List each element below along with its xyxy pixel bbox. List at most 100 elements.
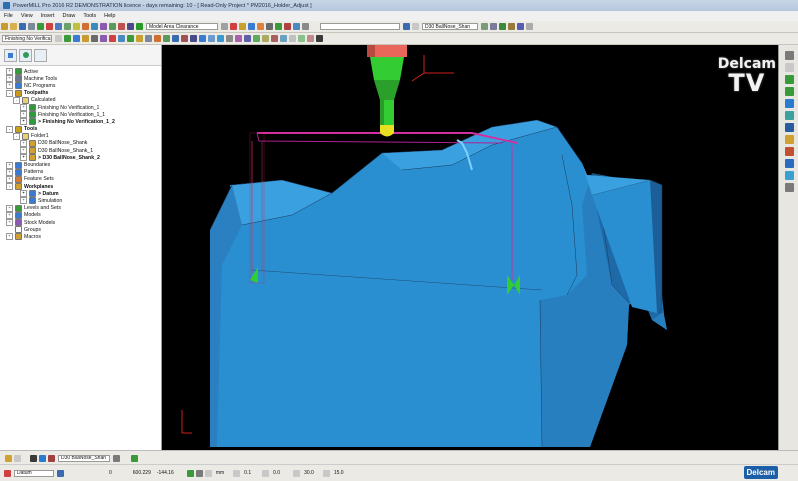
tree-item[interactable]: Groups (0, 226, 161, 234)
tree-item[interactable]: + D30 BallNose_Shank_1 (0, 147, 161, 155)
sim-tool-combo[interactable]: D30 BallNose_Shan (422, 23, 478, 30)
view-iso-icon[interactable] (190, 35, 197, 42)
toolpath-calculate-icon[interactable] (73, 35, 80, 42)
feeds-speeds-icon[interactable] (55, 23, 62, 30)
expand-icon[interactable]: + (6, 204, 13, 212)
tool-icon[interactable] (91, 23, 98, 30)
tree-item[interactable]: + Stock Models (0, 219, 161, 227)
toolpath-delete-icon[interactable] (181, 35, 188, 42)
expand-icon[interactable]: + (6, 168, 13, 176)
angle1-icon[interactable] (293, 469, 301, 477)
expand-icon[interactable]: - (6, 183, 13, 191)
expand-icon[interactable]: + (20, 147, 27, 155)
workplane-status-icon[interactable] (4, 469, 11, 477)
view-back-icon[interactable] (784, 123, 794, 132)
thickness-icon[interactable] (262, 469, 270, 477)
view-iso1-icon[interactable] (784, 75, 794, 84)
view-side-icon[interactable] (784, 99, 794, 108)
tip-icon[interactable] (48, 454, 55, 462)
block-shade-icon[interactable] (298, 35, 305, 42)
cancel-icon[interactable] (284, 23, 291, 30)
menu-file[interactable]: File (0, 13, 17, 19)
tree-item[interactable]: - Folder1 (0, 132, 161, 140)
view-refresh-icon[interactable] (784, 63, 794, 72)
angle2-icon[interactable] (322, 469, 330, 477)
ok-icon[interactable] (275, 23, 282, 30)
expand-icon[interactable]: - (6, 125, 13, 133)
expand-icon[interactable]: + (6, 161, 13, 169)
expand-icon[interactable]: + (6, 175, 13, 183)
graphics-viewport[interactable]: Delcam TV (162, 45, 778, 450)
menu-view[interactable]: View (17, 13, 37, 19)
leads-links-icon[interactable] (64, 23, 71, 30)
expand-icon[interactable]: + (6, 211, 13, 219)
expand-icon[interactable]: + (20, 111, 27, 119)
tool-settings-icon[interactable] (113, 454, 120, 462)
workplane-icon[interactable] (127, 23, 134, 30)
info-icon[interactable] (293, 23, 300, 30)
tree-item[interactable]: + Patterns (0, 168, 161, 176)
tree-item[interactable]: - Workplanes (0, 183, 161, 191)
expand-icon[interactable]: - (13, 132, 20, 140)
tool-shape-icon[interactable] (5, 454, 12, 462)
active-tool-combo[interactable]: D30 BallNose_Shan (58, 454, 110, 462)
play-icon[interactable] (403, 23, 410, 30)
toolpath-export-icon[interactable] (127, 35, 134, 42)
view-front-icon[interactable] (208, 35, 215, 42)
delete-icon[interactable] (230, 23, 237, 30)
min-radius-icon[interactable] (271, 35, 278, 42)
rapid-move-icon[interactable] (46, 23, 53, 30)
tree-item[interactable]: + Finishing No Verification_1 (0, 104, 161, 112)
search-combo[interactable] (320, 23, 400, 30)
step-icon[interactable] (412, 23, 419, 30)
units-icon[interactable] (204, 469, 212, 477)
start-point-icon[interactable] (73, 23, 80, 30)
tree-item[interactable]: + Machine Tools (0, 75, 161, 83)
sim-speed-icon[interactable] (517, 23, 524, 30)
tolerance-icon[interactable] (233, 469, 241, 477)
holder-icon[interactable] (30, 454, 37, 462)
tool-dropdown-icon[interactable] (14, 454, 21, 462)
folder-icon[interactable] (239, 23, 246, 30)
stock-shade-icon[interactable] (307, 35, 314, 42)
menu-insert[interactable]: Insert (37, 13, 59, 19)
calculate-icon[interactable] (248, 23, 255, 30)
tree-item[interactable]: + Boundaries (0, 161, 161, 169)
toolpath-collision-icon[interactable] (109, 35, 116, 42)
draft-shade-icon[interactable] (262, 35, 269, 42)
grid-snap-icon[interactable] (195, 469, 203, 477)
tab-explorer[interactable] (4, 48, 17, 62)
dropdown-arrow-icon[interactable] (221, 23, 228, 30)
expand-icon[interactable]: + (6, 82, 13, 90)
toolpath-combo[interactable]: Finishing No Verificatio (2, 35, 52, 42)
tree-item[interactable]: - Toolpaths (0, 89, 161, 97)
shading-icon[interactable] (235, 35, 242, 42)
expand-icon[interactable]: + (20, 118, 27, 126)
verify-icon[interactable] (266, 23, 273, 30)
angle1-value[interactable]: 30.0 (304, 470, 314, 476)
toolpath-limit-icon[interactable] (154, 35, 161, 42)
expand-icon[interactable]: + (20, 104, 27, 112)
plain-shade-icon[interactable] (253, 35, 260, 42)
sim-back-icon[interactable] (490, 23, 497, 30)
expand-icon[interactable]: + (20, 190, 27, 198)
shank-icon[interactable] (39, 454, 46, 462)
toolpath-check-icon[interactable] (100, 35, 107, 42)
toolpath-folder-icon[interactable] (136, 35, 143, 42)
tree-item[interactable]: + Simulation (0, 197, 161, 205)
view-zoom-icon[interactable] (226, 35, 233, 42)
expand-icon[interactable]: + (6, 219, 13, 227)
toolpath-reorder-icon[interactable] (172, 35, 179, 42)
model-view[interactable] (162, 45, 778, 450)
feature-icon[interactable] (118, 23, 125, 30)
wireframe-icon[interactable] (244, 35, 251, 42)
view-help-icon[interactable] (784, 51, 794, 60)
sim-forward-icon[interactable] (499, 23, 506, 30)
tree-item[interactable]: + NC Programs (0, 82, 161, 90)
view-top-icon[interactable] (199, 35, 206, 42)
view-iso2-icon[interactable] (784, 87, 794, 96)
transparency-icon[interactable] (289, 35, 296, 42)
tree-item[interactable]: + Feature Sets (0, 175, 161, 183)
grid-icon[interactable] (316, 35, 323, 42)
expand-icon[interactable]: + (6, 75, 13, 83)
